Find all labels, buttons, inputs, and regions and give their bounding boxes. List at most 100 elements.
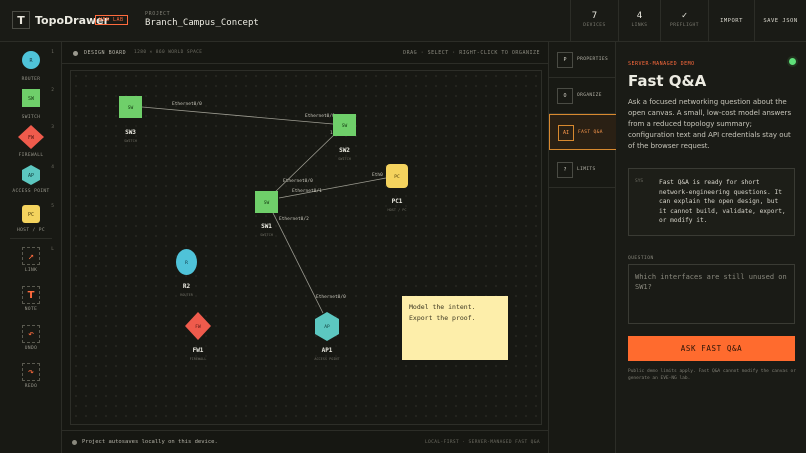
online-status-dot bbox=[789, 58, 796, 65]
node-type: SWITCH bbox=[338, 157, 351, 161]
svg-text:R: R bbox=[185, 260, 188, 266]
web-lab-badge: WEB LAB bbox=[95, 15, 128, 25]
undo-tool-label: UNDO bbox=[24, 346, 38, 351]
tab-label: PROPERTIES bbox=[577, 57, 609, 62]
svg-text:AP: AP bbox=[324, 324, 330, 330]
switch-tool[interactable]: 2 SW SWITCH bbox=[0, 88, 62, 120]
assistant-reply: SYS Fast Q&A is ready for short network-… bbox=[628, 168, 795, 236]
limits-key: ? bbox=[557, 162, 573, 178]
node-type: HOST / PC bbox=[388, 208, 407, 212]
undo-tool[interactable]: ↶ UNDO bbox=[0, 325, 62, 351]
tab-label: LIMITS bbox=[577, 167, 596, 172]
note-line: Export the proof. bbox=[409, 314, 476, 322]
router-tool-label: ROUTER bbox=[21, 77, 41, 82]
note-text-icon: T bbox=[22, 286, 40, 304]
router-shortcut: 1 bbox=[51, 50, 54, 55]
panel-tag: SERVER-MANAGED DEMO bbox=[628, 61, 695, 67]
redo-icon: ↷ bbox=[22, 363, 40, 381]
link-arrow-icon: ↗ bbox=[22, 247, 40, 265]
svg-text:SW: SW bbox=[28, 96, 35, 102]
firewall-icon: FW bbox=[18, 125, 44, 149]
node-name: AP1 bbox=[322, 347, 333, 354]
svg-text:FW: FW bbox=[28, 135, 35, 141]
links-count-stat: 4 LINKS bbox=[618, 0, 660, 42]
panel-description: Ask a focused networking question about … bbox=[628, 98, 792, 150]
node-name: SW3 bbox=[125, 129, 136, 136]
tab-properties[interactable]: P PROPERTIES bbox=[549, 42, 617, 78]
svg-text:FW: FW bbox=[195, 324, 201, 330]
firewall-tool[interactable]: 3 FW FIREWALL bbox=[0, 125, 62, 158]
access-point-shortcut: 4 bbox=[51, 165, 54, 170]
autosave-status: Project autosaves locally on this device… bbox=[82, 439, 218, 445]
fast-qa-panel: SERVER-MANAGED DEMO Fast Q&A Ask a focus… bbox=[616, 42, 806, 453]
firewall-tool-label: FIREWALL bbox=[18, 153, 44, 158]
question-label: QUESTION bbox=[628, 256, 654, 261]
svg-text:SW: SW bbox=[342, 123, 348, 129]
switch-shortcut: 2 bbox=[51, 88, 54, 93]
preflight-stat[interactable]: ✓ PREFLIGHT bbox=[660, 0, 708, 42]
note-tool[interactable]: T NOTE bbox=[0, 286, 62, 312]
host-pc-tool-label: HOST / PC bbox=[17, 228, 45, 233]
access-point-icon: AP bbox=[22, 165, 40, 185]
node-type: ROUTER bbox=[180, 293, 194, 297]
node-name: FW1 bbox=[193, 347, 204, 354]
toolbar-divider bbox=[10, 238, 52, 239]
app-header: T TopoDrawer WEB LAB PROJECT Branch_Camp… bbox=[0, 0, 806, 42]
switch-icon: SW bbox=[22, 89, 40, 107]
reply-role: SYS bbox=[635, 179, 644, 184]
logo-icon: T bbox=[12, 11, 30, 29]
preflight-label: PREFLIGHT bbox=[670, 23, 699, 28]
link-tool[interactable]: L ↗ LINK bbox=[0, 247, 62, 273]
tab-organize[interactable]: O ORGANIZE bbox=[549, 78, 617, 114]
properties-key: P bbox=[557, 52, 573, 68]
router-icon: R bbox=[22, 51, 40, 69]
host-pc-icon: PC bbox=[22, 205, 40, 223]
save-json-button[interactable]: SAVE JSON bbox=[754, 0, 806, 42]
panel-title: Fast Q&A bbox=[628, 72, 707, 90]
links-label: LINKS bbox=[631, 23, 648, 28]
node-type: SWITCH bbox=[260, 233, 273, 237]
question-input[interactable] bbox=[628, 264, 795, 324]
svg-text:PC: PC bbox=[394, 174, 400, 180]
tab-label: FAST Q&A bbox=[578, 130, 603, 135]
sticky-note[interactable]: Model the intent. Export the proof. bbox=[402, 296, 508, 360]
preflight-check-icon: ✓ bbox=[681, 11, 688, 21]
switch-tool-label: SWITCH bbox=[21, 115, 41, 120]
redo-tool[interactable]: ↷ REDO bbox=[0, 363, 62, 389]
host-pc-tool[interactable]: 5 PC HOST / PC bbox=[0, 204, 62, 233]
host-pc-shortcut: 5 bbox=[51, 204, 54, 209]
autosave-status-dot bbox=[72, 440, 77, 445]
undo-icon: ↶ bbox=[22, 325, 40, 343]
link-tool-label: LINK bbox=[24, 268, 38, 273]
board-title: DESIGN BOARD bbox=[84, 50, 127, 56]
design-canvas[interactable] bbox=[70, 70, 542, 425]
router-tool[interactable]: 1 R ROUTER bbox=[0, 50, 62, 82]
canvas-header: DESIGN BOARD 1280 × 860 WORLD SPACE DRAG… bbox=[62, 42, 548, 64]
tab-limits[interactable]: ? LIMITS bbox=[549, 152, 617, 188]
project-name[interactable]: Branch_Campus_Concept bbox=[145, 18, 259, 28]
import-button[interactable]: IMPORT bbox=[708, 0, 754, 42]
devices-label: DEVICES bbox=[583, 23, 606, 28]
fast-qa-key: AI bbox=[558, 125, 574, 141]
tab-label: ORGANIZE bbox=[577, 93, 602, 98]
link-shortcut: L bbox=[51, 247, 54, 252]
svg-text:SW: SW bbox=[128, 105, 134, 111]
access-point-tool[interactable]: 4 AP ACCESS POINT bbox=[0, 165, 62, 194]
svg-text:AP: AP bbox=[28, 173, 34, 179]
board-status-dot bbox=[73, 51, 78, 56]
status-bar: Project autosaves locally on this device… bbox=[62, 430, 548, 453]
note-tool-label: NOTE bbox=[24, 307, 38, 312]
demo-limits-note: Public demo limits apply. Fast Q&A canno… bbox=[628, 369, 796, 381]
organize-key: O bbox=[557, 88, 573, 104]
node-name: SW1 bbox=[261, 223, 272, 230]
ask-fast-qa-button[interactable]: ASK FAST Q&A bbox=[628, 336, 795, 361]
device-toolbar: 1 R ROUTER 2 SW SWITCH 3 FW FIREWALL 4 A… bbox=[0, 42, 62, 453]
tab-fast-qa[interactable]: AI FAST Q&A bbox=[549, 114, 617, 150]
links-count: 4 bbox=[636, 11, 643, 21]
node-name: R2 bbox=[183, 283, 191, 290]
devices-count-stat: 7 DEVICES bbox=[570, 0, 618, 42]
reply-text: Fast Q&A is ready for short network-engi… bbox=[659, 179, 786, 224]
node-type: FIREWALL bbox=[190, 357, 207, 361]
board-hint: DRAG · SELECT · RIGHT-CLICK TO ORGANIZE bbox=[403, 50, 540, 56]
node-type: SWITCH bbox=[124, 139, 137, 143]
